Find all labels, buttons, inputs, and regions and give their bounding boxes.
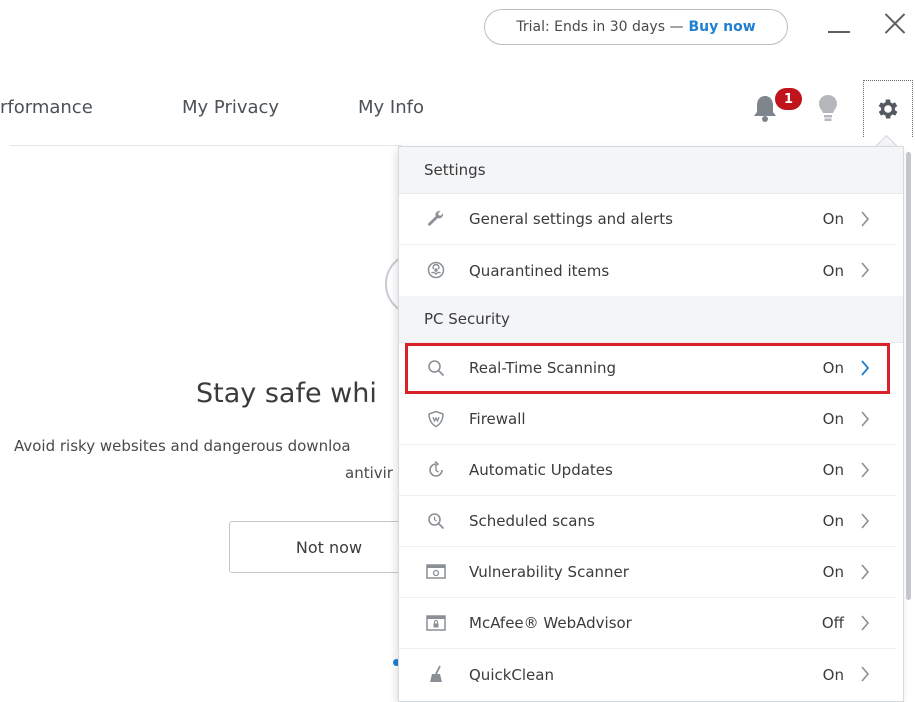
menu-item-vulnerability-scanner[interactable]: Vulnerability Scanner On xyxy=(399,547,896,598)
page-description-line2: antivir xyxy=(345,464,393,482)
settings-dropdown: Settings General settings and alerts On … xyxy=(398,146,904,702)
menu-item-real-time-scanning[interactable]: Real-Time Scanning On xyxy=(405,343,890,394)
menu-item-label: McAfee® WebAdvisor xyxy=(469,614,632,632)
broom-icon xyxy=(426,664,446,684)
nav-tab-my-info[interactable]: My Info xyxy=(358,97,424,118)
menu-item-quickclean[interactable]: QuickClean On xyxy=(399,649,896,700)
chevron-right-icon xyxy=(861,411,870,427)
menu-item-label: Real-Time Scanning xyxy=(469,359,617,377)
status-text: Off xyxy=(821,614,844,632)
menu-item-automatic-updates[interactable]: Automatic Updates On xyxy=(399,445,896,496)
chevron-right-icon xyxy=(861,262,870,278)
status-text: On xyxy=(822,563,844,581)
webadvisor-icon xyxy=(426,613,446,633)
status-text: On xyxy=(822,359,844,377)
status-text: On xyxy=(822,665,844,684)
trial-text: Trial: Ends in 30 days — xyxy=(516,19,684,35)
menu-item-quarantined[interactable]: Quarantined items On xyxy=(399,245,896,296)
vulnerability-icon xyxy=(426,562,446,582)
page-title: Stay safe whi xyxy=(196,378,377,409)
section-header-settings: Settings xyxy=(399,147,903,194)
status-text: On xyxy=(822,512,844,530)
page-description: Avoid risky websites and dangerous downl… xyxy=(14,437,351,455)
search-icon xyxy=(426,358,446,378)
chevron-right-icon xyxy=(861,564,870,580)
chevron-right-icon xyxy=(861,615,870,631)
shield-icon xyxy=(426,409,446,429)
update-icon xyxy=(426,460,446,480)
wrench-icon xyxy=(426,209,446,229)
trial-banner[interactable]: Trial: Ends in 30 days — Buy now xyxy=(484,9,788,45)
section-header-pc-security: PC Security xyxy=(399,296,903,343)
menu-item-webadvisor[interactable]: McAfee® WebAdvisor Off xyxy=(399,598,896,649)
nav-tab-performance[interactable]: rformance xyxy=(0,97,93,118)
status-text: On xyxy=(822,410,844,428)
scrollbar-thumb[interactable] xyxy=(906,152,911,600)
status-text: On xyxy=(822,261,844,280)
menu-item-label: Firewall xyxy=(469,410,526,428)
gear-icon xyxy=(878,99,898,119)
scheduled-scan-icon xyxy=(426,511,446,531)
chevron-right-icon xyxy=(861,666,870,682)
notification-badge: 1 xyxy=(775,88,802,110)
chevron-right-icon xyxy=(861,513,870,529)
chevron-right-icon xyxy=(861,462,870,478)
status-text: On xyxy=(822,461,844,479)
menu-item-label: Automatic Updates xyxy=(469,461,613,479)
menu-item-label: Quarantined items xyxy=(469,261,610,280)
buy-now-link[interactable]: Buy now xyxy=(688,19,755,35)
nav-divider xyxy=(10,145,402,146)
menu-item-general-settings[interactable]: General settings and alerts On xyxy=(399,194,896,245)
status-text: On xyxy=(822,210,844,228)
menu-item-label: Vulnerability Scanner xyxy=(469,563,629,581)
biohazard-icon xyxy=(426,260,446,280)
chevron-right-icon xyxy=(861,360,870,376)
lightbulb-icon[interactable] xyxy=(818,94,838,122)
menu-item-label: Scheduled scans xyxy=(469,512,595,530)
minimize-button[interactable] xyxy=(828,31,850,33)
menu-item-label: QuickClean xyxy=(469,665,554,684)
menu-item-label: General settings and alerts xyxy=(469,210,673,228)
nav-tab-my-privacy[interactable]: My Privacy xyxy=(182,97,279,118)
menu-item-firewall[interactable]: Firewall On xyxy=(399,394,896,445)
settings-gear-button[interactable] xyxy=(863,80,913,137)
chevron-right-icon xyxy=(861,211,870,227)
menu-item-scheduled-scans[interactable]: Scheduled scans On xyxy=(399,496,896,547)
close-button[interactable] xyxy=(880,9,910,39)
